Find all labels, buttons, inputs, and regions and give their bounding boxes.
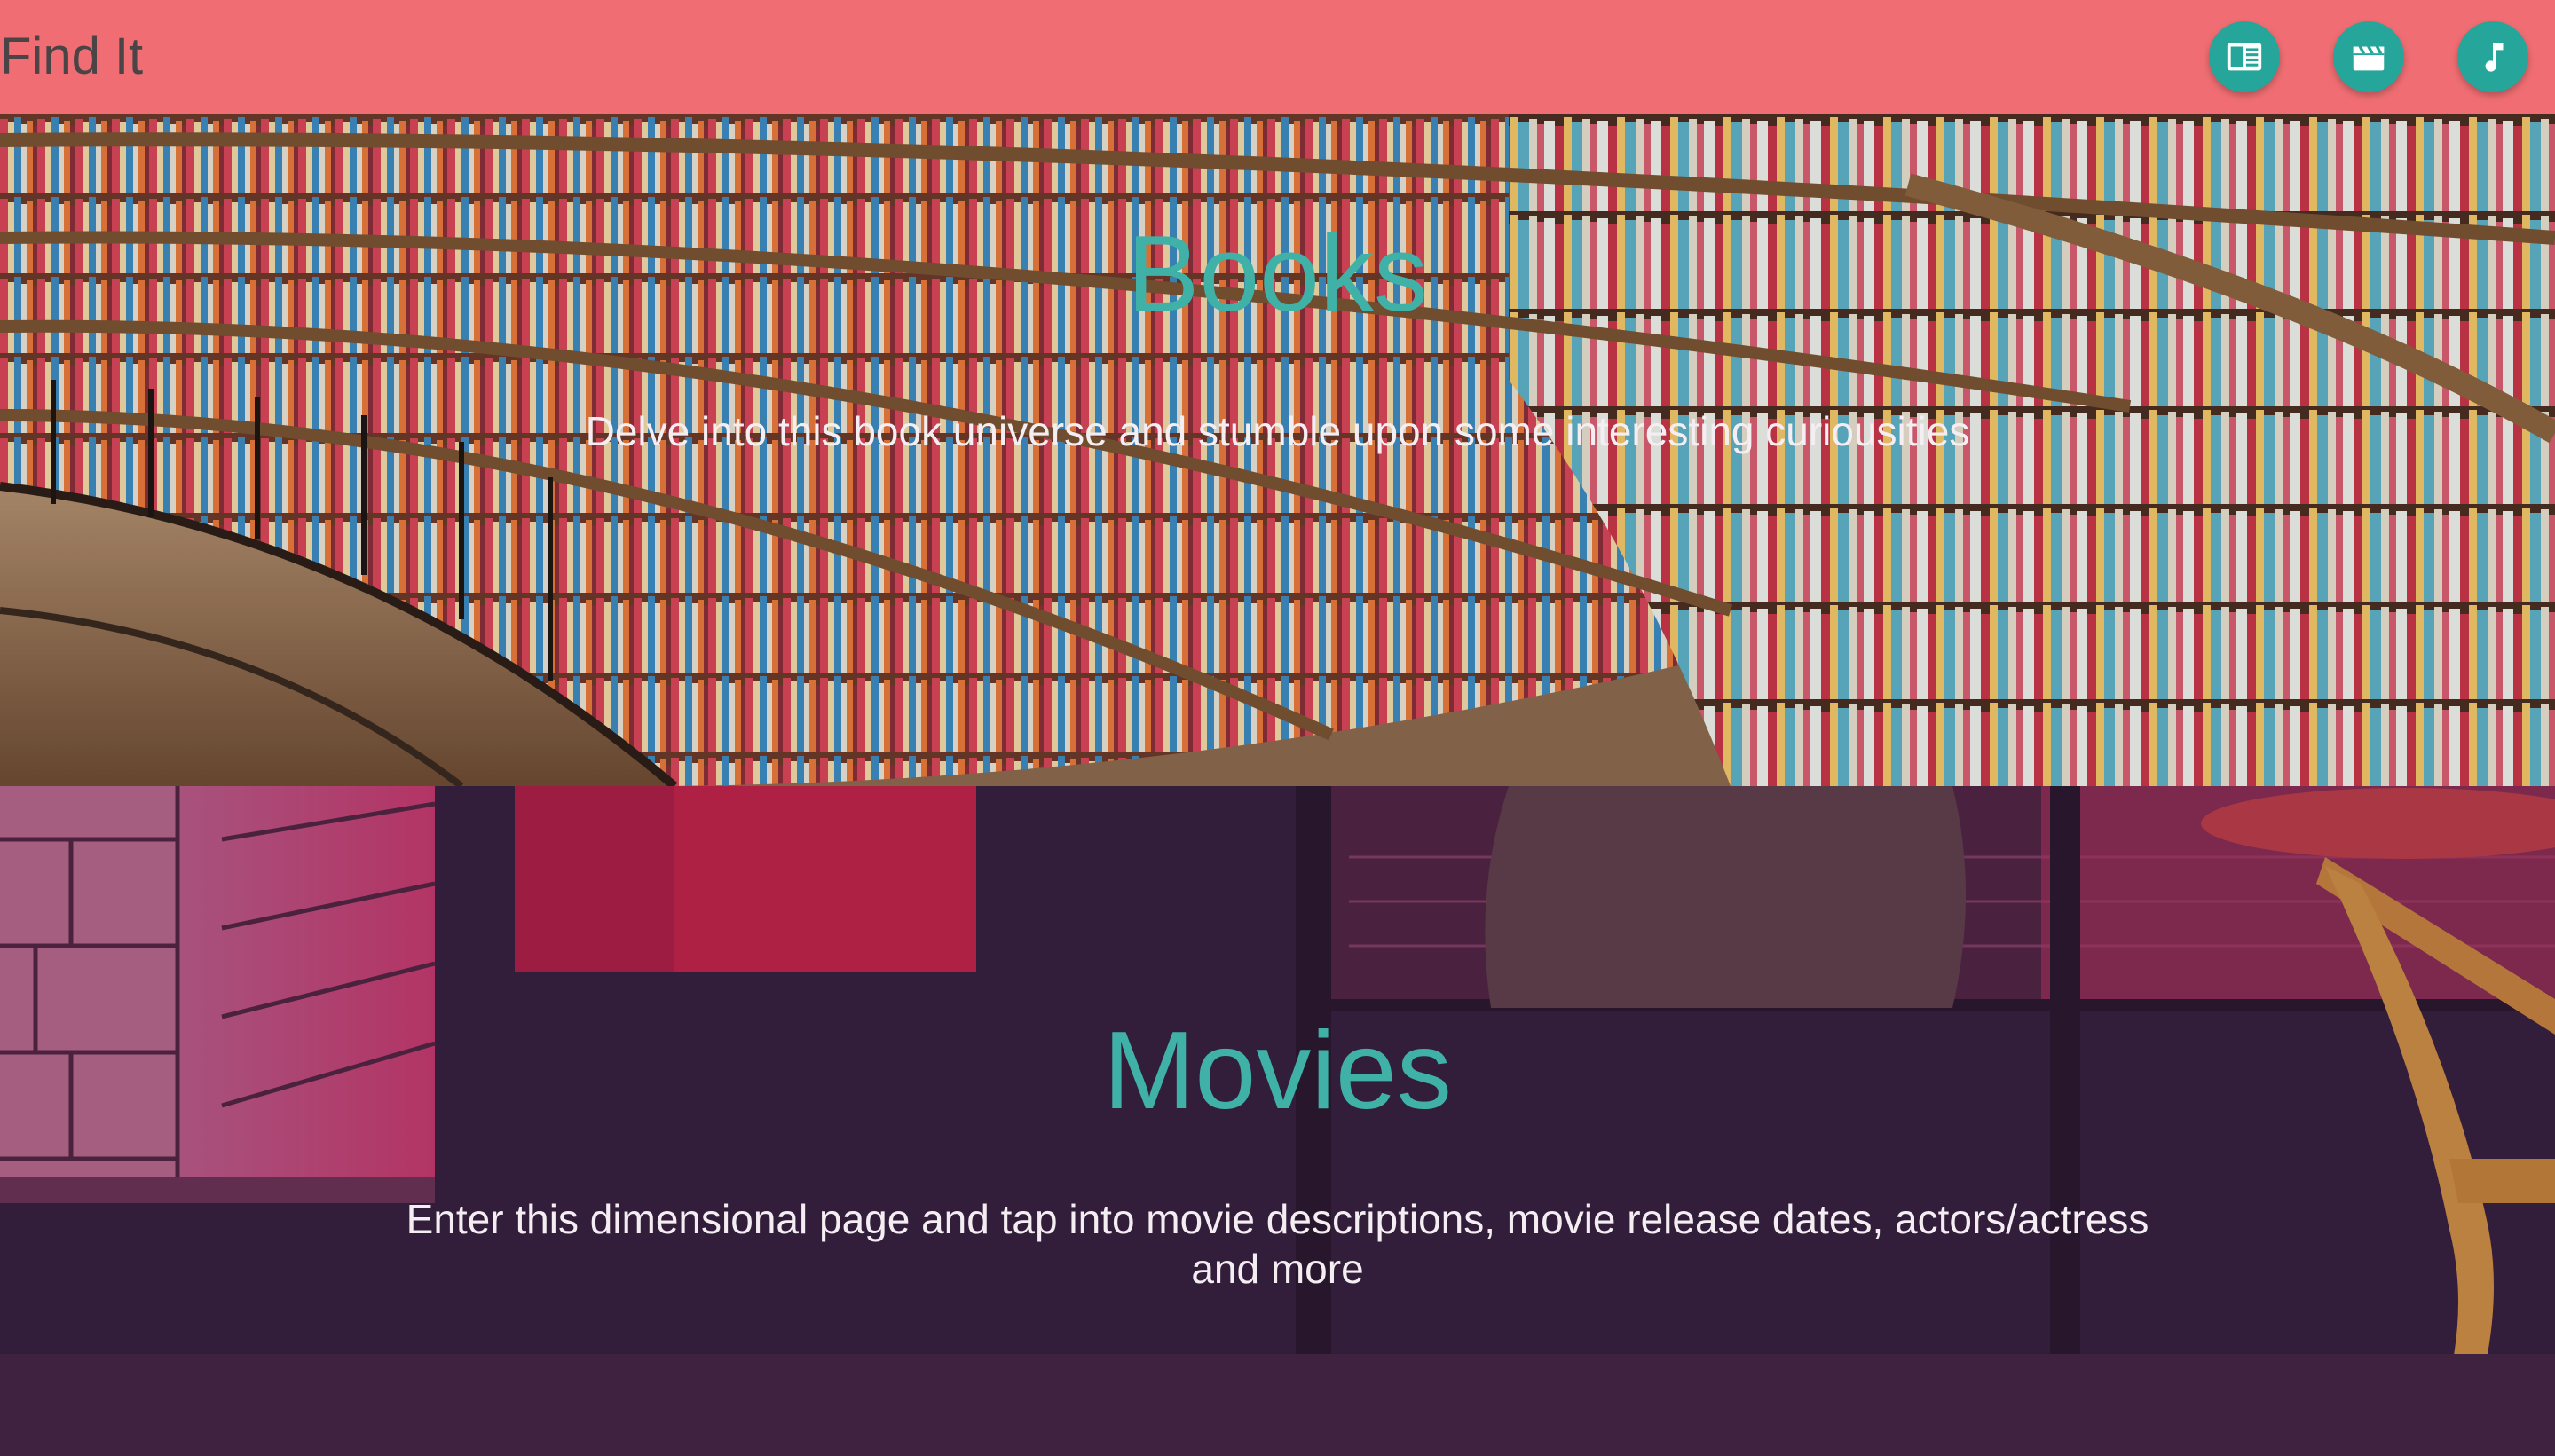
music-note-icon [2485, 43, 2504, 72]
brand-logo-text[interactable]: Find It [0, 25, 143, 89]
music-nav-button[interactable] [2457, 21, 2528, 92]
books-title: Books [1126, 213, 1429, 334]
movies-title: Movies [1103, 1010, 1452, 1132]
movies-nav-button[interactable] [2333, 21, 2404, 92]
book-icon [2227, 43, 2262, 71]
books-nav-button[interactable] [2209, 21, 2280, 92]
movie-clapper-icon [2353, 46, 2385, 71]
books-description: Delve into this book universe and stumbl… [585, 408, 1970, 454]
top-navbar: Find It [0, 0, 2555, 114]
movies-description: Enter this dimensional page and tap into… [406, 1196, 2149, 1292]
movies-section[interactable]: Movies Enter this dimensional page and t… [0, 786, 2555, 1456]
books-section[interactable]: Books Delve into this book universe and … [0, 114, 2555, 786]
